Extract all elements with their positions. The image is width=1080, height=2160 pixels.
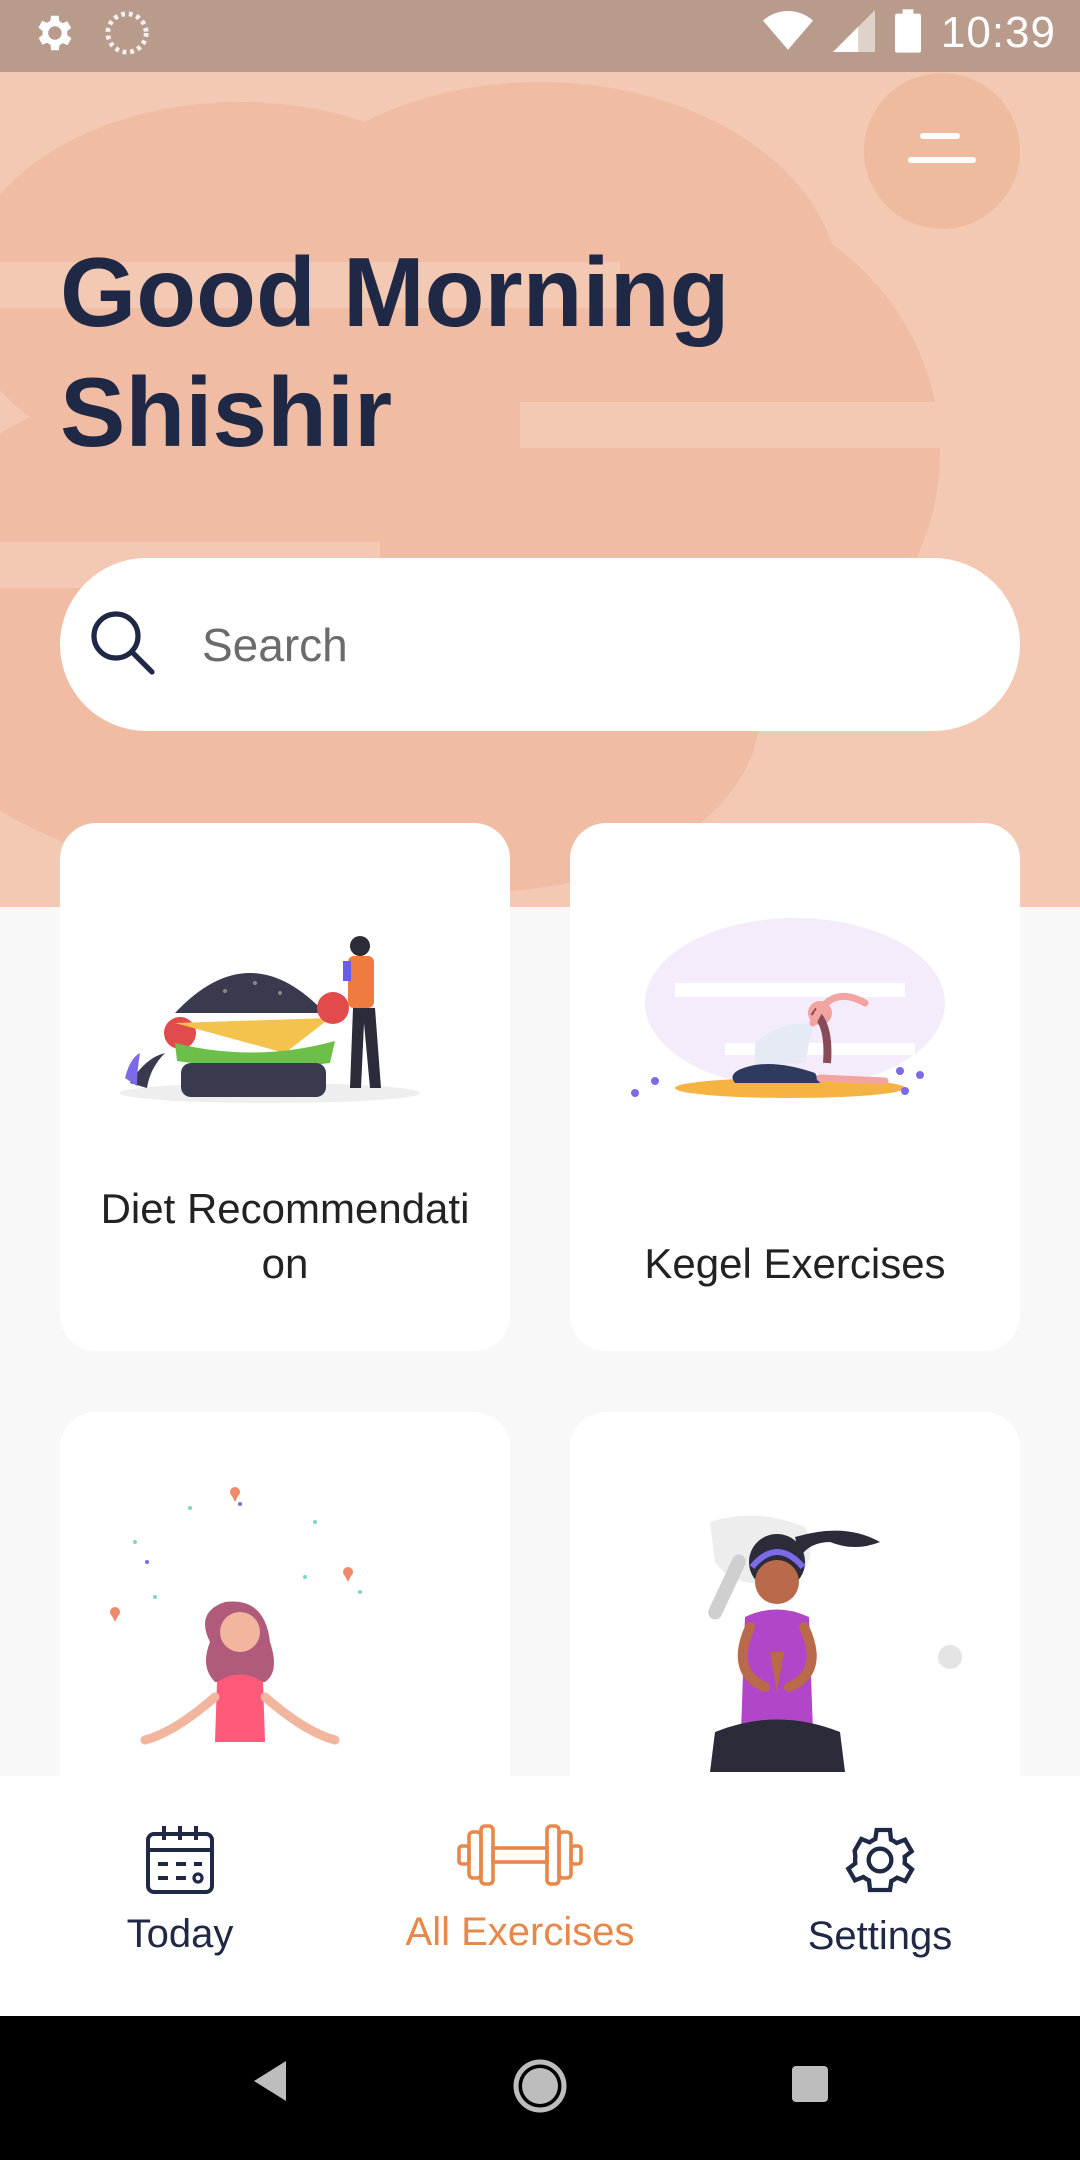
yoga-namaste-illustration <box>615 1482 975 1776</box>
nav-label-today: Today <box>126 1912 234 1956</box>
nav-settings[interactable]: Settings <box>700 1776 1060 2016</box>
status-bar: 10:39 <box>0 0 1080 72</box>
card-kegel-exercises[interactable]: Kegel Exercises <box>570 823 1020 1351</box>
greeting-title: Good Morning Shishir <box>60 237 730 467</box>
card-meditation[interactable] <box>60 1412 510 1776</box>
meditation-illustration <box>105 1482 465 1776</box>
menu-button[interactable] <box>864 73 1020 229</box>
cellular-signal-icon <box>832 9 875 58</box>
burger-person-illustration <box>105 893 465 1123</box>
recents-icon[interactable] <box>792 2066 828 2107</box>
dumbbell-icon <box>340 1820 700 1890</box>
clock: 10:39 <box>940 8 1056 57</box>
nav-label-settings: Settings <box>807 1914 953 1958</box>
search-bar[interactable] <box>60 558 1020 731</box>
back-icon[interactable] <box>250 2056 290 2111</box>
calendar-icon <box>0 1820 360 1900</box>
card-title: Diet Recommendation <box>100 1185 470 1287</box>
nav-today[interactable]: Today <box>0 1776 360 2016</box>
home-icon[interactable] <box>512 2058 568 2119</box>
gear-icon <box>700 1820 1060 1900</box>
nav-all-exercises[interactable]: All Exercises <box>340 1776 700 2016</box>
wifi-icon <box>762 9 813 58</box>
nav-label-all-exercises: All Exercises <box>405 1910 635 1954</box>
system-navigation-bar <box>0 2016 1080 2160</box>
bottom-navigation: Today All Exercises Settings <box>0 1776 1080 2016</box>
battery-icon <box>894 8 921 58</box>
loading-spinner-icon <box>104 10 150 61</box>
yoga-stretch-illustration <box>615 893 975 1123</box>
card-diet-recommendation[interactable]: Diet Recommendation <box>60 823 510 1351</box>
card-yoga[interactable] <box>570 1412 1020 1776</box>
gear-icon <box>30 10 76 61</box>
card-title: Kegel Exercises <box>644 1240 946 1287</box>
search-icon <box>88 608 160 685</box>
search-input[interactable] <box>200 606 964 684</box>
